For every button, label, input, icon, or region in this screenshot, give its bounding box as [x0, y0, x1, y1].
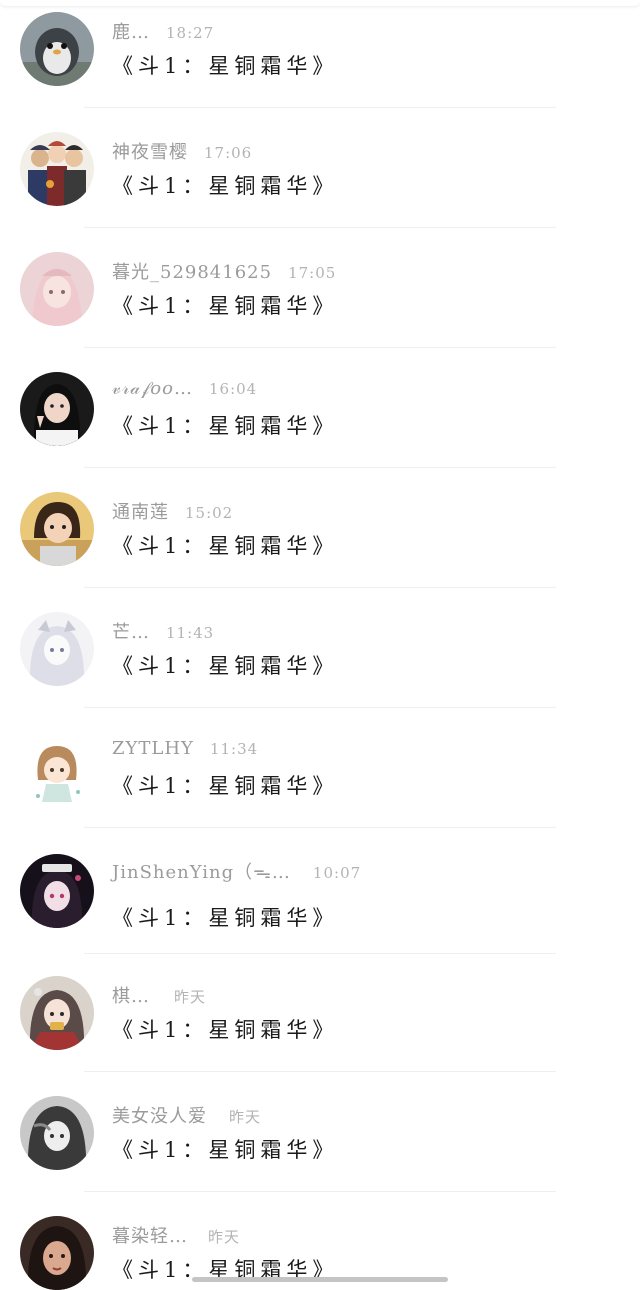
timestamp: 昨天 [229, 1108, 262, 1126]
child-photo-avatar-icon [20, 492, 94, 566]
list-item[interactable]: ZYTLHY 11:34 《斗1：星铜霜华》 [0, 720, 640, 840]
timestamp: 15:02 [185, 504, 234, 522]
anime-group-avatar-icon [20, 132, 94, 206]
list-item[interactable]: 暮染轻… 昨天 《斗1：星铜霜华》 [0, 1204, 640, 1290]
message-text: 《斗1：星铜霜华》 [112, 1138, 339, 1162]
timestamp: 昨天 [208, 1228, 241, 1246]
timestamp: 11:43 [166, 624, 215, 642]
pink-anime-girl-avatar-icon [20, 252, 94, 326]
timestamp: 11:34 [209, 740, 259, 758]
message-text: 《斗1：星铜霜华》 [112, 774, 339, 798]
user-name[interactable]: ZYTLHY [112, 738, 194, 759]
list-item[interactable]: 暮光_529841625 17:05 《斗1：星铜霜华》 [0, 240, 640, 360]
divider [84, 587, 556, 588]
user-name[interactable]: 神夜雪樱 [112, 138, 188, 164]
list-item[interactable]: 神夜雪樱 17:06 《斗1：星铜霜华》 [0, 120, 640, 240]
penguin-plush-avatar-icon [20, 12, 94, 86]
list-item[interactable]: JinShenYing（ᯓ… 10:07 《斗1：星铜霜华》 [0, 840, 640, 960]
dark-anime-girl-avatar-icon [20, 854, 94, 928]
timestamp: 18:27 [166, 24, 215, 42]
divider [84, 1071, 556, 1072]
chibi-girl-avatar-icon [20, 732, 94, 806]
user-name[interactable]: 暮光_529841625 [112, 258, 272, 284]
avatar[interactable] [20, 252, 94, 326]
user-name[interactable]: 美女没人爱 [112, 1102, 207, 1128]
avatar[interactable] [20, 612, 94, 686]
avatar[interactable] [20, 1096, 94, 1170]
hanfu-girl-avatar-icon [20, 976, 94, 1050]
message-text: 《斗1：星铜霜华》 [112, 906, 339, 930]
list-item[interactable]: 棋… 昨天 《斗1：星铜霜华》 [0, 964, 640, 1084]
user-name[interactable]: 芒… [112, 618, 150, 644]
user-name[interactable]: 𝓋𝓇𝒶𝒻𝑜𝑜… [112, 378, 193, 399]
divider [84, 707, 556, 708]
timestamp: 昨天 [174, 988, 207, 1006]
divider [84, 827, 556, 828]
message-text: 《斗1：星铜霜华》 [112, 54, 339, 78]
message-text: 《斗1：星铜霜华》 [112, 294, 339, 318]
divider [84, 227, 556, 228]
girl-photo-avatar-icon [20, 372, 94, 446]
avatar[interactable] [20, 132, 94, 206]
divider [84, 347, 556, 348]
sketch-girl-avatar-icon [20, 612, 94, 686]
timestamp: 10:07 [312, 864, 362, 882]
dark-portrait-avatar-icon [20, 1216, 94, 1290]
user-name[interactable]: JinShenYing（ᯓ… [112, 858, 291, 884]
monochrome-girl-avatar-icon [20, 1096, 94, 1170]
avatar[interactable] [20, 492, 94, 566]
divider [84, 467, 556, 468]
avatar[interactable] [20, 372, 94, 446]
timestamp: 16:04 [208, 380, 258, 398]
home-indicator[interactable] [192, 1277, 448, 1282]
avatar[interactable] [20, 854, 94, 928]
list-item[interactable]: 鹿… 18:27 《斗1：星铜霜华》 [0, 0, 640, 120]
avatar[interactable] [20, 1216, 94, 1290]
avatar[interactable] [20, 976, 94, 1050]
message-text: 《斗1：星铜霜华》 [112, 414, 339, 438]
divider [84, 953, 556, 954]
list-item[interactable]: 通南莲 15:02 《斗1：星铜霜华》 [0, 480, 640, 600]
user-name[interactable]: 棋… [112, 982, 150, 1008]
message-text: 《斗1：星铜霜华》 [112, 534, 339, 558]
divider [84, 1191, 556, 1192]
list-item[interactable]: 美女没人爱 昨天 《斗1：星铜霜华》 [0, 1084, 640, 1204]
user-name[interactable]: 暮染轻… [112, 1222, 188, 1248]
message-text: 《斗1：星铜霜华》 [112, 654, 339, 678]
avatar[interactable] [20, 732, 94, 806]
message-text: 《斗1：星铜霜华》 [112, 174, 339, 198]
user-name[interactable]: 鹿… [112, 18, 150, 44]
timestamp: 17:05 [288, 264, 337, 282]
avatar[interactable] [20, 12, 94, 86]
user-name[interactable]: 通南莲 [112, 498, 169, 524]
list-item[interactable]: 𝓋𝓇𝒶𝒻𝑜𝑜… 16:04 《斗1：星铜霜华》 [0, 360, 640, 480]
timestamp: 17:06 [204, 144, 253, 162]
message-text: 《斗1：星铜霜华》 [112, 1018, 339, 1042]
divider [84, 107, 556, 108]
list-item[interactable]: 芒… 11:43 《斗1：星铜霜华》 [0, 600, 640, 720]
